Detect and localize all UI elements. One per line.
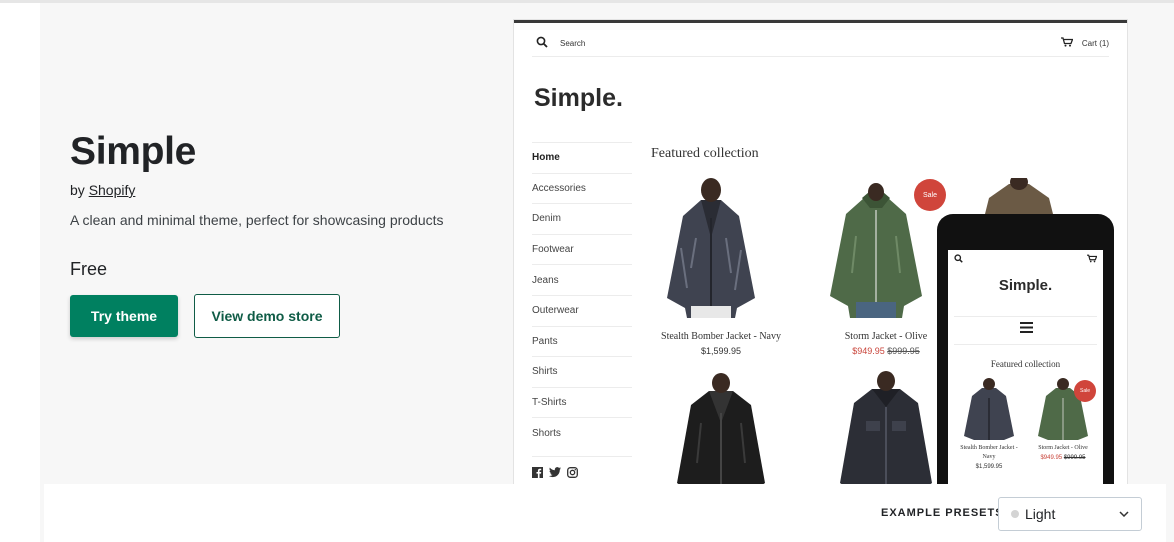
facebook-icon [532, 466, 543, 478]
mobile-screen: Simple. Featured collection Stealth Bomb… [948, 250, 1103, 500]
mobile-product-name: Storm Jacket - Olive [1038, 445, 1088, 451]
preview-logo: Simple. [534, 84, 623, 112]
example-presets-label: EXAMPLE PRESETS [881, 507, 1004, 519]
instagram-icon [567, 466, 578, 478]
preview-featured-title: Featured collection [651, 146, 759, 161]
preview-nav-item-denim: Denim [532, 203, 632, 234]
theme-price: Free [70, 259, 108, 279]
product-sale-price: $949.95 [852, 346, 885, 356]
navy-bomber-jacket-image [964, 378, 1014, 440]
product-card: Stealth Bomber Jacket - Navy $1,599.95 [651, 178, 791, 356]
mobile-product-card: Stealth Bomber Jacket - Navy $1,599.95 [954, 378, 1024, 470]
preview-nav-item-shirts: Shirts [532, 356, 632, 387]
theme-info: Simple by Shopify A clean and minimal th… [70, 130, 490, 338]
preview-header: Search Cart (1) [532, 31, 1109, 57]
theme-title: Simple [70, 130, 197, 173]
preview-nav-item-shorts: Shorts [532, 417, 632, 448]
preset-selected-value: Light [1025, 506, 1056, 522]
mobile-sale-price: $949.95 [1040, 455, 1063, 461]
preview-nav-item-jeans: Jeans [532, 264, 632, 295]
mobile-old-price: $999.95 [1063, 455, 1086, 461]
preset-dropdown[interactable]: Light [998, 497, 1142, 531]
chevron-down-icon [1119, 511, 1129, 517]
twitter-icon [549, 467, 561, 478]
preview-nav-item-tshirts: T-Shirts [532, 386, 632, 418]
theme-author-line: by Shopify [70, 182, 490, 198]
search-icon [536, 36, 548, 48]
mobile-preview: Simple. Featured collection Stealth Bomb… [937, 214, 1114, 504]
view-demo-store-button[interactable]: View demo store [194, 294, 340, 338]
sale-badge: Sale [914, 179, 946, 211]
denim-jacket-image [840, 371, 932, 486]
mobile-product-price: $1,599.95 [975, 464, 1003, 470]
preview-nav-item-outerwear: Outerwear [532, 294, 632, 326]
preview-nav-item-accessories: Accessories [532, 172, 632, 204]
by-prefix: by [70, 182, 85, 198]
theme-description: A clean and minimal theme, perfect for s… [70, 212, 444, 228]
mobile-product-name: Stealth Bomber Jacket - Navy [960, 445, 1018, 460]
product-price: $949.95 $999.95 [816, 346, 956, 356]
preview-search-label: Search [560, 39, 586, 48]
mobile-product-price: $949.95 $999.95 [1028, 455, 1098, 461]
mobile-sale-badge: Sale [1074, 380, 1096, 402]
hamburger-menu-icon [1020, 322, 1033, 333]
navy-bomber-jacket-image [667, 178, 755, 318]
preview-nav-item-footwear: Footwear [532, 233, 632, 265]
preview-cart-label: Cart (1) [1081, 39, 1109, 48]
preset-color-swatch [1011, 510, 1019, 518]
author-link[interactable]: Shopify [89, 182, 136, 198]
mobile-logo: Simple. [998, 277, 1053, 294]
preview-social-links [532, 455, 632, 478]
preview-sidebar-nav: Home Accessories Denim Footwear Jeans Ou… [532, 142, 632, 478]
mobile-featured-title: Featured collection [990, 359, 1061, 369]
divider [954, 316, 1097, 317]
cart-icon [1087, 254, 1097, 263]
presets-bar: EXAMPLE PRESETS Light [44, 484, 1166, 542]
try-theme-button[interactable]: Try theme [70, 295, 178, 337]
cart-icon [1061, 37, 1073, 47]
product-name: Stealth Bomber Jacket - Navy [661, 331, 781, 342]
search-icon [954, 254, 963, 263]
preview-nav-item-home: Home [532, 142, 632, 173]
leather-jacket-image [677, 373, 765, 486]
product-price: $1,599.95 [700, 346, 742, 356]
product-old-price: $999.95 [887, 346, 920, 356]
product-name: Storm Jacket - Olive [844, 331, 928, 342]
theme-actions: Try theme View demo store [70, 294, 490, 338]
divider [954, 344, 1097, 345]
preview-nav-item-pants: Pants [532, 325, 632, 357]
